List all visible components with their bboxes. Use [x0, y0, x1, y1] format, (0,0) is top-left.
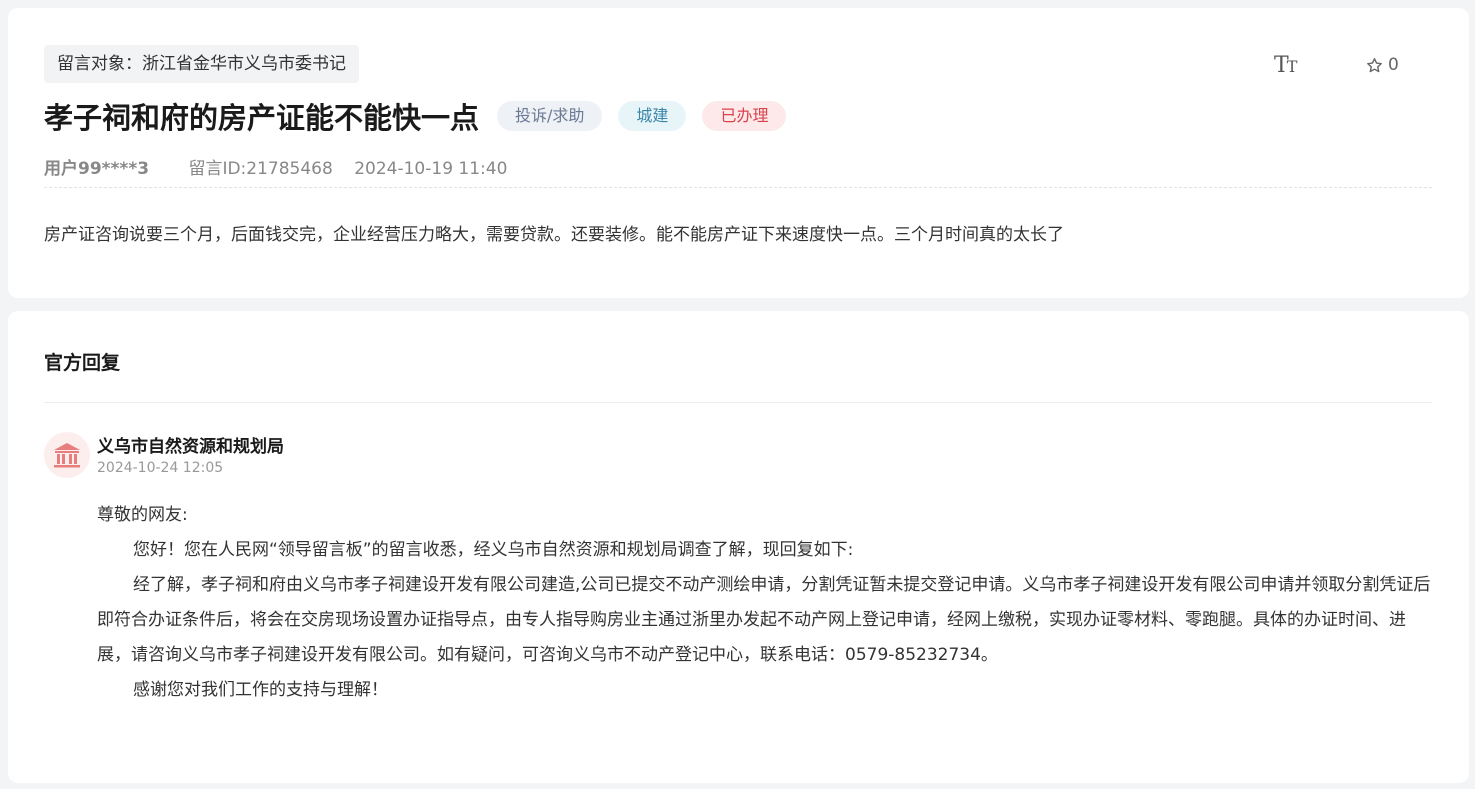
reply-paragraph: 感谢您对我们工作的支持与理解！ [133, 680, 388, 700]
message-content: 房产证咨询说要三个月，后面钱交完，企业经营压力略大，需要贷款。还要装修。能不能房… [44, 225, 1064, 245]
type-badge[interactable]: 投诉/求助 [497, 101, 603, 131]
font-size-icon[interactable]: TT [1274, 53, 1297, 78]
reply-datetime: 2024-10-24 12:05 [97, 460, 224, 476]
status-badge: 已办理 [702, 101, 787, 131]
message-id: 留言ID:21785468 [188, 159, 333, 179]
reply-body: 尊敬的网友: 您好！您在人民网“领导留言板”的留言收悉，经义乌市自然资源和规划局… [97, 498, 1433, 708]
department-avatar [44, 432, 90, 478]
title-row: 孝子祠和府的房产证能不能快一点 投诉/求助 城建 已办理 [44, 96, 802, 136]
message-target-tag: 留言对象：浙江省金华市义乌市委书记 [44, 45, 359, 83]
reply-greeting: 尊敬的网友: [97, 505, 188, 525]
favorite-count: 0 [1388, 55, 1399, 75]
divider [44, 402, 1432, 403]
department-name: 义乌市自然资源和规划局 [97, 437, 284, 457]
message-meta: 用户99****3 留言ID:21785468 2024-10-19 11:40 [44, 154, 507, 179]
user-name: 用户99****3 [44, 159, 150, 179]
star-icon [1367, 57, 1382, 72]
reply-paragraph: 您好！您在人民网“领导留言板”的留言收悉，经义乌市自然资源和规划局调查了解，现回… [133, 540, 854, 560]
message-datetime: 2024-10-19 11:40 [354, 159, 508, 179]
reply-paragraph: 经了解，孝子祠和府由义乌市孝子祠建设开发有限公司建造,公司已提交不动产测绘申请，… [97, 575, 1431, 665]
category-badge[interactable]: 城建 [618, 101, 687, 131]
message-title: 孝子祠和府的房产证能不能快一点 [44, 101, 480, 135]
reply-heading: 官方回复 [44, 352, 121, 374]
government-building-icon [54, 443, 80, 468]
reply-card: 官方回复 义乌市自然资源和规划局 2024-10-24 12:05 尊敬的网友:… [8, 311, 1469, 783]
favorite-button[interactable]: 0 [1366, 55, 1399, 75]
divider [44, 187, 1432, 188]
message-card: 留言对象：浙江省金华市义乌市委书记 TT 0 孝子祠和府的房产证能不能快一点 投… [8, 8, 1469, 298]
